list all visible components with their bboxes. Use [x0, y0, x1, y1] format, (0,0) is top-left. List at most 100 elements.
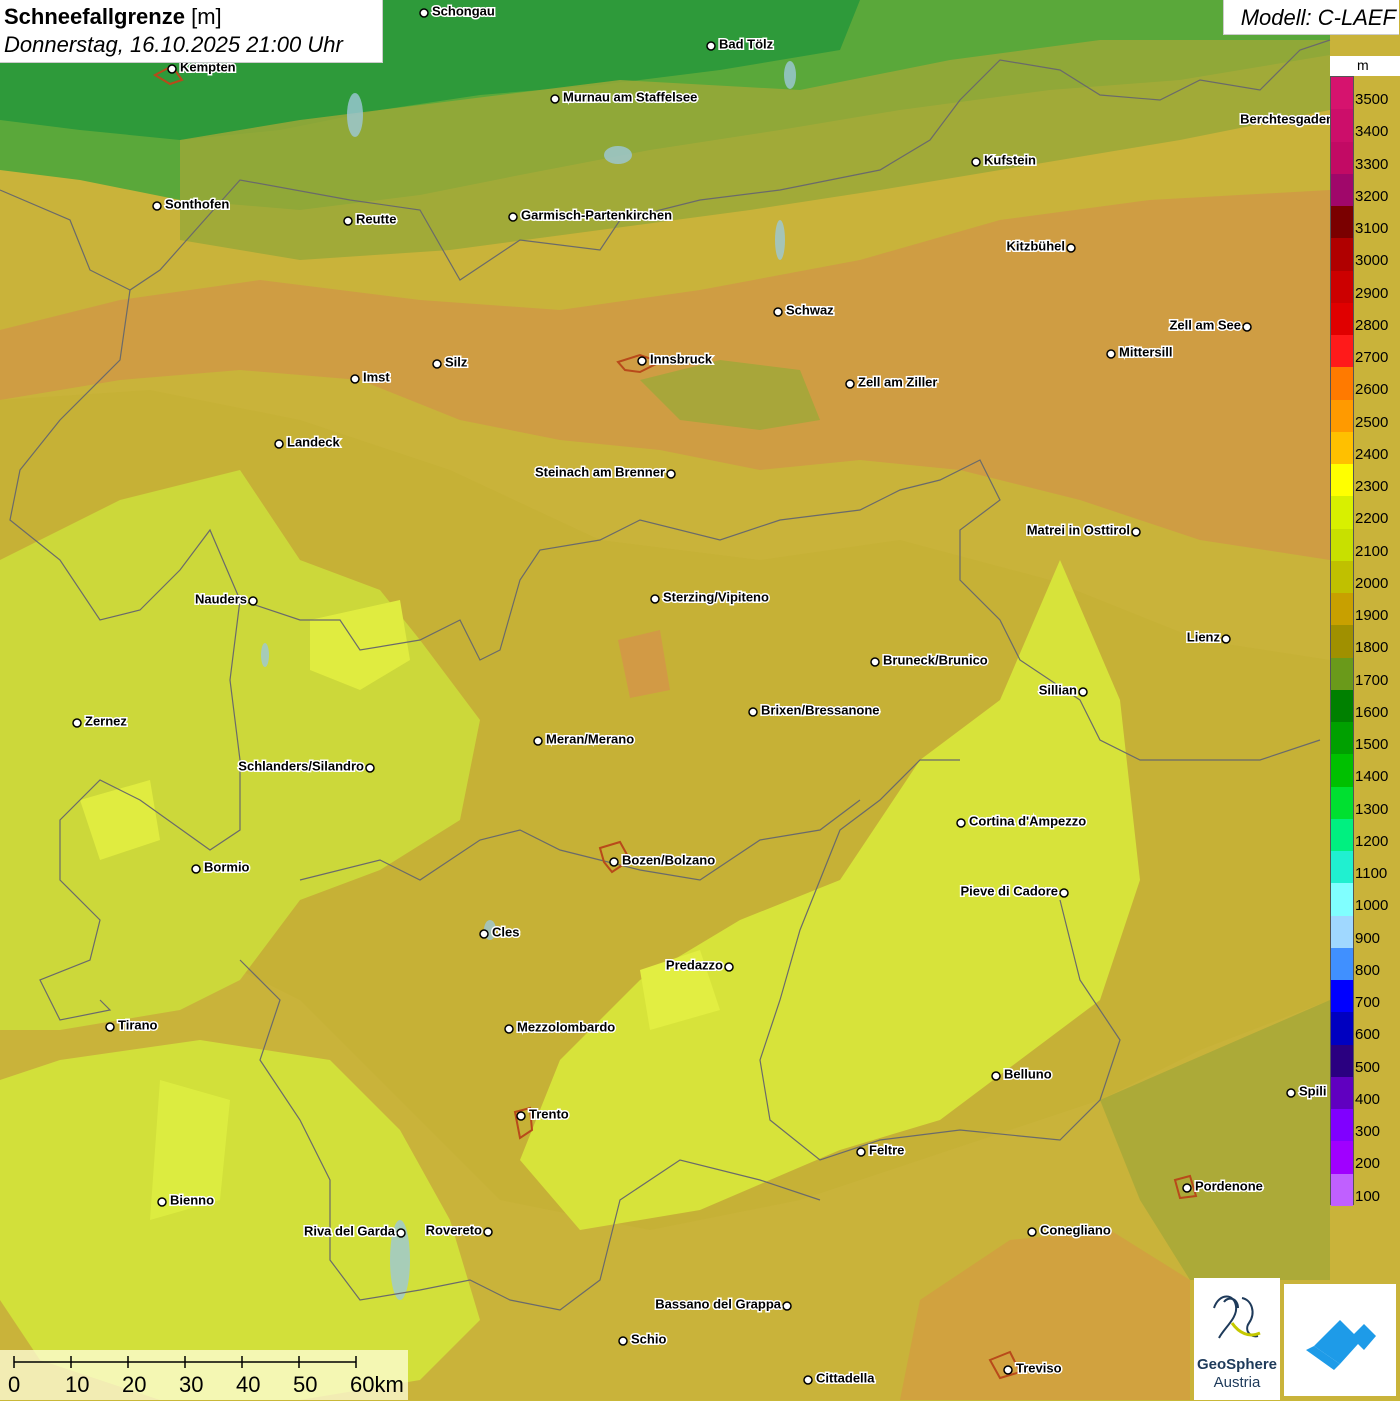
city-dot	[550, 94, 560, 104]
legend-swatch	[1331, 883, 1353, 917]
legend-label: 600	[1355, 1026, 1381, 1044]
city-dot	[191, 864, 201, 874]
legend-label: 2000	[1355, 574, 1389, 592]
legend-swatch	[1331, 689, 1353, 723]
legend-swatch	[1331, 302, 1353, 336]
legend-swatch	[1331, 1012, 1353, 1046]
city-marker[interactable]: Garmisch-Partenkirchen	[508, 206, 674, 224]
city-marker[interactable]: Riva del Garda	[302, 1222, 406, 1240]
legend-swatch	[1331, 109, 1353, 142]
city-marker[interactable]: Sterzing/Vipiteno	[650, 588, 770, 606]
city-marker[interactable]: Zell am Ziller	[845, 373, 939, 391]
city-dot	[516, 1111, 526, 1121]
parameter-unit: [m]	[191, 4, 222, 29]
city-marker[interactable]: Bruneck/Brunico	[870, 651, 989, 669]
city-marker[interactable]: Bozen/Bolzano	[609, 851, 717, 869]
city-label: Mittersill	[1119, 344, 1172, 359]
city-marker[interactable]: Matrei in Osttirol	[1025, 521, 1141, 539]
city-dot	[1286, 1088, 1296, 1098]
city-label: Meran/Merano	[546, 731, 634, 746]
city-dot	[845, 379, 855, 389]
city-label: Lienz	[1187, 629, 1221, 644]
city-dot	[1078, 687, 1088, 697]
snowline-map[interactable]: SchongauBad TölzKemptenMurnau am Staffel…	[0, 0, 1400, 1400]
geosphere-logo[interactable]: GeoSphere Austria	[1194, 1278, 1280, 1400]
city-marker[interactable]: Conegliano	[1027, 1221, 1112, 1239]
legend-swatch	[1331, 141, 1353, 175]
city-label: Predazzo	[666, 957, 723, 972]
legend-label: 3000	[1355, 252, 1389, 270]
scale-label: 10	[65, 1372, 90, 1397]
scale-label: 0	[8, 1372, 21, 1397]
city-dot	[870, 657, 880, 667]
legend-label: 1000	[1355, 897, 1389, 915]
scale-label: 20	[122, 1372, 147, 1397]
map-title: Schneefallgrenze [m]	[4, 4, 222, 30]
city-marker[interactable]: Sonthofen	[152, 195, 231, 213]
city-marker[interactable]: Cortina d'Ampezzo	[956, 812, 1088, 830]
city-marker[interactable]: Kitzbühel	[1005, 237, 1076, 255]
legend-swatch	[1331, 173, 1353, 207]
city-dot	[650, 594, 660, 604]
geosphere-logo-line1: GeoSphere	[1196, 1356, 1278, 1373]
city-marker[interactable]: Schlanders/Silandro	[237, 757, 375, 775]
city-marker[interactable]: Zell am See	[1168, 316, 1252, 334]
legend-label: 2900	[1355, 284, 1389, 302]
city-marker[interactable]: Meran/Merano	[533, 730, 636, 748]
legend-swatch	[1331, 1076, 1353, 1110]
scale-label: 40	[236, 1372, 261, 1397]
city-marker[interactable]: Brixen/Bressanone	[748, 701, 881, 719]
legend-label: 1100	[1355, 865, 1388, 883]
city-label: Belluno	[1004, 1066, 1052, 1081]
legend-swatch	[1331, 270, 1353, 304]
legend-swatch	[1331, 980, 1353, 1013]
legend-label: 300	[1355, 1123, 1381, 1141]
city-dot	[856, 1147, 866, 1157]
legend-swatch	[1331, 915, 1353, 949]
legend-label: 2300	[1355, 478, 1389, 496]
legend-swatch	[1331, 1109, 1353, 1142]
scale-label: 50	[293, 1372, 318, 1397]
legend-label: 1200	[1355, 832, 1389, 850]
city-marker[interactable]: Schongau	[419, 2, 496, 20]
app-logo[interactable]	[1284, 1284, 1396, 1396]
scale-bar	[0, 1350, 408, 1400]
legend-label: 1900	[1355, 607, 1389, 625]
city-dot	[666, 469, 676, 479]
city-dot	[1027, 1227, 1037, 1237]
city-marker[interactable]: Pieve di Cadore	[959, 882, 1069, 900]
city-marker[interactable]: Steinach am Brenner	[533, 463, 676, 481]
city-dot	[1066, 243, 1076, 253]
legend-swatch	[1331, 722, 1353, 755]
city-dot	[991, 1071, 1001, 1081]
legend-label: 3500	[1355, 91, 1389, 108]
parameter-name: Schneefallgrenze	[4, 4, 185, 29]
color-legend	[1330, 76, 1354, 1207]
city-label: Schlanders/Silandro	[238, 758, 364, 773]
city-dot	[152, 201, 162, 211]
legend-label: 2700	[1355, 349, 1389, 367]
city-marker[interactable]: Bassano del Grappa	[654, 1295, 792, 1313]
city-label: Bassano del Grappa	[655, 1296, 781, 1311]
city-marker[interactable]: Pordenone	[1182, 1177, 1264, 1195]
city-marker[interactable]: Berchtesgaden	[1239, 110, 1345, 128]
legend-swatch	[1331, 464, 1353, 497]
city-label: Feltre	[869, 1142, 904, 1157]
city-label: Zell am See	[1169, 317, 1241, 332]
forecast-datetime: Donnerstag, 16.10.2025 21:00 Uhr	[4, 32, 343, 57]
city-marker[interactable]: Mezzolombardo	[504, 1018, 617, 1036]
city-dot	[508, 212, 518, 222]
city-marker[interactable]: Predazzo	[664, 956, 734, 974]
city-label: Bienno	[170, 1192, 214, 1207]
city-label: Garmisch-Partenkirchen	[521, 207, 672, 222]
city-label: Trento	[529, 1106, 569, 1121]
city-marker[interactable]: Murnau am Staffelsee	[550, 88, 699, 106]
city-dot	[396, 1228, 406, 1238]
city-label: Zell am Ziller	[858, 374, 937, 389]
legend-unit: m	[1357, 57, 1369, 73]
legend-swatch	[1331, 1141, 1353, 1175]
legend-swatch	[1331, 786, 1353, 820]
city-label: Matrei in Osttirol	[1027, 522, 1130, 537]
city-label: Schongau	[432, 3, 495, 18]
city-marker[interactable]: Innsbruck	[637, 350, 714, 368]
